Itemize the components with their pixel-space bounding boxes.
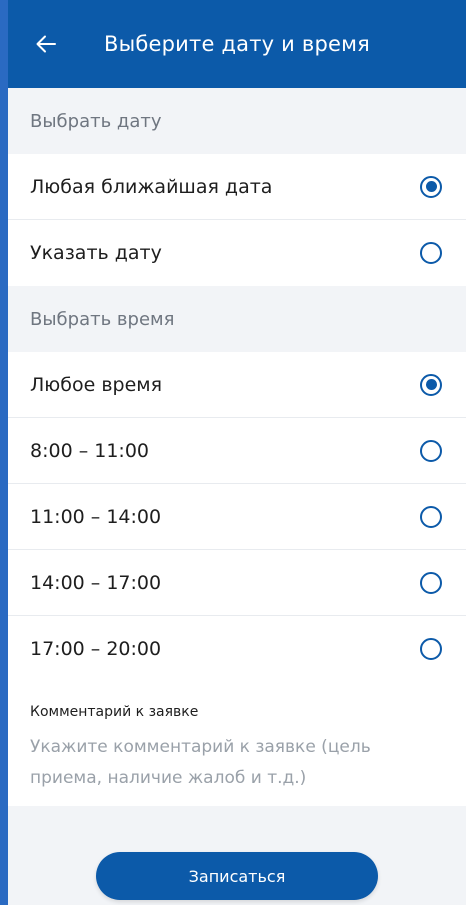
arrow-left-icon <box>36 35 56 53</box>
time-option-label: 17:00 – 20:00 <box>30 638 162 660</box>
time-option-8-11[interactable]: 8:00 – 11:00 <box>8 418 466 484</box>
time-option-label: Любое время <box>30 373 163 396</box>
time-option-any[interactable]: Любое время <box>8 352 466 418</box>
date-option-specify[interactable]: Указать дату <box>8 220 466 286</box>
back-button[interactable] <box>28 26 64 62</box>
radio-unselected[interactable] <box>420 571 442 594</box>
date-section-title: Выбрать дату <box>8 88 466 154</box>
comment-label: Комментарий к заявке <box>30 704 199 720</box>
comment-input[interactable] <box>30 732 444 796</box>
date-option-label: Любая ближайшая дата <box>30 175 273 198</box>
time-option-17-20[interactable]: 17:00 – 20:00 <box>8 616 466 682</box>
time-option-11-14[interactable]: 11:00 – 14:00 <box>8 484 466 550</box>
radio-unselected[interactable] <box>420 242 442 264</box>
radio-selected[interactable] <box>420 373 442 396</box>
time-section-title: Выбрать время <box>8 286 466 352</box>
radio-selected[interactable] <box>420 175 442 198</box>
comment-block: Комментарий к заявке <box>8 682 466 806</box>
radio-unselected[interactable] <box>420 638 442 660</box>
appointment-screen: Выберите дату и время Выбрать дату Любая… <box>8 0 466 905</box>
radio-unselected[interactable] <box>420 439 442 462</box>
radio-unselected[interactable] <box>420 505 442 528</box>
app-header: Выберите дату и время <box>8 0 466 88</box>
date-option-label: Указать дату <box>30 242 162 264</box>
submit-button[interactable]: Записаться <box>96 852 378 900</box>
time-option-label: 11:00 – 14:00 <box>30 505 162 528</box>
time-option-14-17[interactable]: 14:00 – 17:00 <box>8 550 466 616</box>
time-option-label: 14:00 – 17:00 <box>30 571 162 594</box>
left-edge-strip <box>0 0 8 905</box>
footer: Записаться <box>8 806 466 905</box>
time-option-label: 8:00 – 11:00 <box>30 439 150 462</box>
date-option-nearest[interactable]: Любая ближайшая дата <box>8 154 466 220</box>
page-title: Выберите дату и время <box>103 32 370 56</box>
